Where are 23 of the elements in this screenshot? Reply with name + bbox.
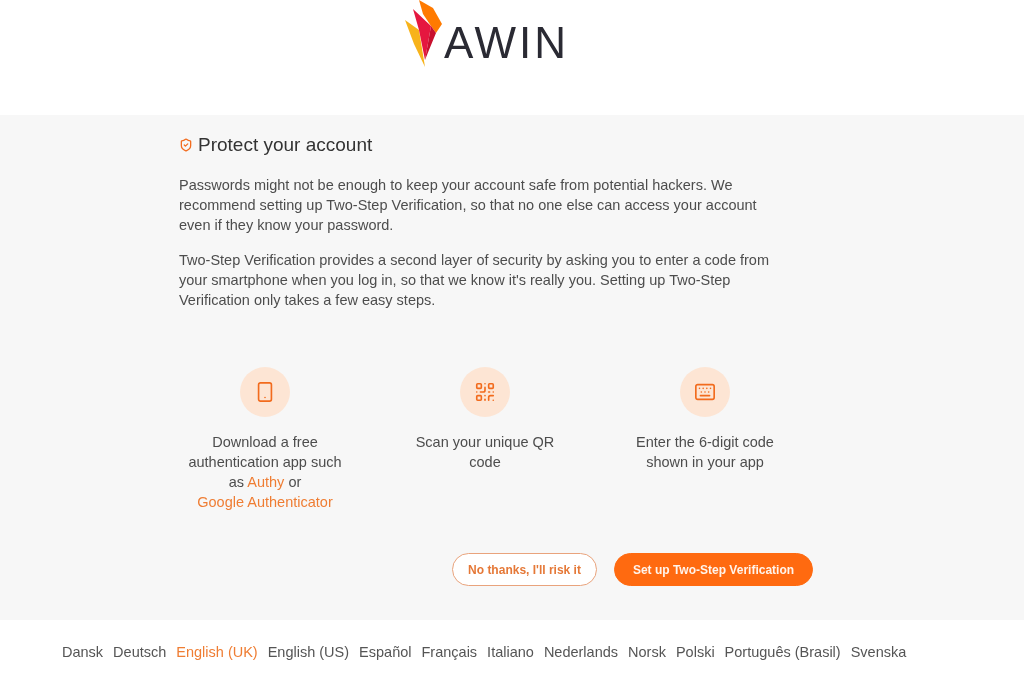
language-link[interactable]: Dansk (62, 641, 104, 662)
flame-logo-icon (404, 0, 443, 67)
language-link[interactable]: Português (Brasil) (724, 641, 841, 662)
language-link[interactable]: English (US) (267, 641, 350, 662)
language-link[interactable]: Deutsch (113, 641, 167, 662)
keyboard-icon (680, 367, 730, 417)
step-description: Download a free authentication app such as Authy or Google Authenticator (187, 433, 343, 512)
qr-code-icon (460, 367, 510, 417)
phone-icon (240, 367, 290, 417)
language-link[interactable]: Français (421, 641, 478, 662)
language-link[interactable]: Polski (675, 641, 715, 662)
language-link[interactable]: Italiano (487, 641, 534, 662)
language-link[interactable]: Nederlands (543, 641, 619, 662)
language-link[interactable]: Español (359, 641, 412, 662)
section-heading: Protect your account (198, 133, 373, 157)
logo-wordmark: AWIN (443, 21, 570, 65)
body-paragraph: Passwords might not be enough to keep your account safe from potential hackers. We recommend setting up Two-Step Verification, so that no one else can access your account even if they know your password. (179, 176, 758, 235)
shield-check-icon (179, 138, 193, 152)
body-paragraph: Two-Step Verification provides a second layer of security by asking you to enter a code from your smartphone when you log in, so that we know it's really you. Setting up Two-Step Verification only takes a few easy steps. (179, 251, 770, 310)
language-link[interactable]: Norsk (628, 641, 666, 662)
step-description: Scan your unique QR code (414, 433, 556, 472)
step-description: Enter the 6-digit code shown in your app (635, 433, 775, 472)
language-link[interactable]: Svenska (850, 641, 907, 662)
